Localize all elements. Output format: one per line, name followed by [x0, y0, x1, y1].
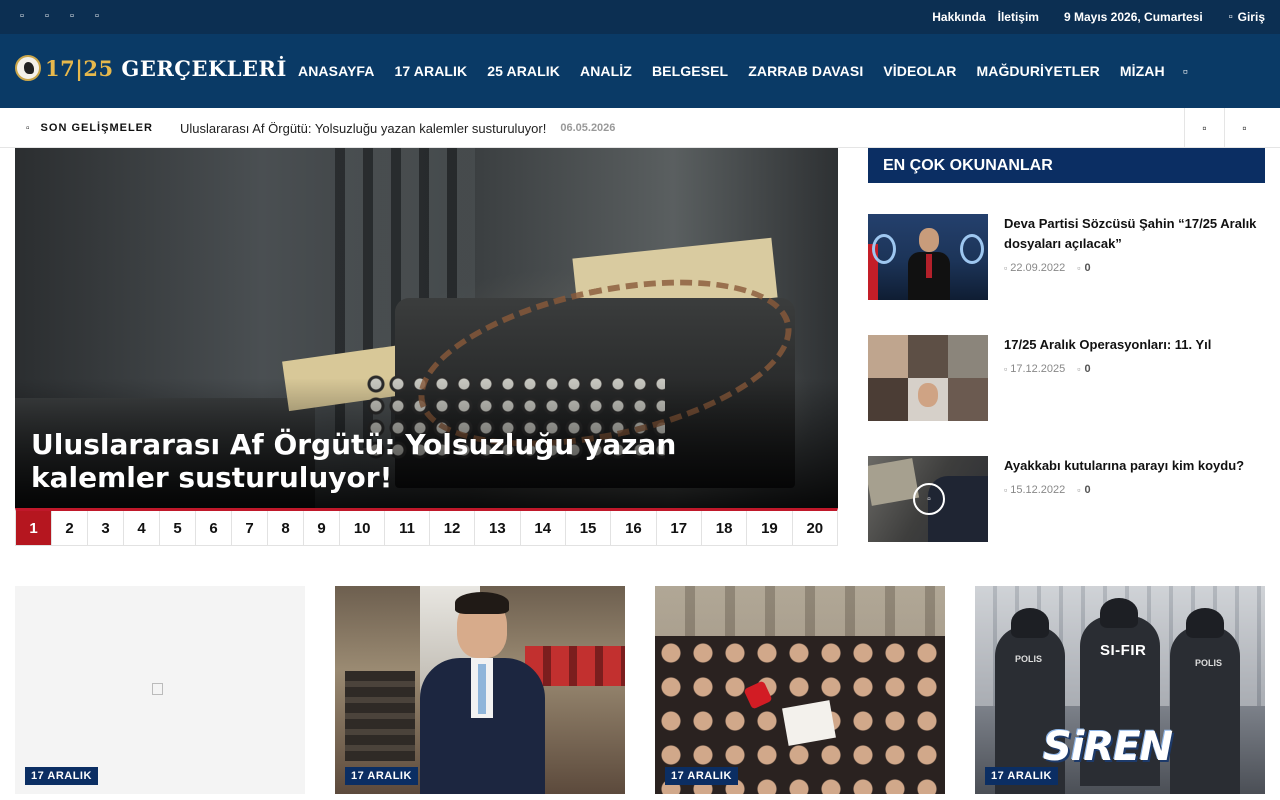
most-read-title-link[interactable]: Deva Partisi Sözcüsü Şahin “17/25 Aralık… [1004, 214, 1266, 254]
main-nav: ANASAYFA 17 ARALIK 25 ARALIK ANALİZ BELG… [288, 34, 1188, 108]
logo-text: 17|25 GERÇEKLERİ [45, 55, 287, 81]
nav-item-magduriyetler[interactable]: MAĞDURİYETLER [976, 63, 1099, 79]
category-tag[interactable]: 17 ARALIK [665, 767, 738, 785]
news-card[interactable]: 17 ARALIK [655, 586, 945, 794]
page-button-12[interactable]: 12 [430, 511, 476, 545]
comment-icon: ▫ [1077, 263, 1081, 273]
calendar-icon: ▫ [1004, 485, 1008, 495]
image-text-polis: POLIS [1015, 654, 1043, 664]
most-read-meta: ▫ 22.09.2022 ▫ 0 [1004, 262, 1091, 274]
facebook-icon[interactable]: ▫ [16, 9, 28, 23]
nav-item-zarrab-davasi[interactable]: ZARRAB DAVASI [748, 63, 863, 79]
page-button-2[interactable]: 2 [52, 511, 88, 545]
page-button-20[interactable]: 20 [793, 511, 837, 545]
main-header: 17|25 GERÇEKLERİ ANASAYFA 17 ARALIK 25 A… [0, 34, 1280, 108]
nav-item-belgesel[interactable]: BELGESEL [652, 63, 728, 79]
page-button-8[interactable]: 8 [268, 511, 304, 545]
site-logo[interactable]: 17|25 GERÇEKLERİ [15, 55, 287, 81]
page-button-15[interactable]: 15 [566, 511, 612, 545]
category-tag[interactable]: 17 ARALIK [345, 767, 418, 785]
comment-icon: ▫ [1077, 485, 1081, 495]
page-button-7[interactable]: 7 [232, 511, 268, 545]
most-read-title-link[interactable]: 17/25 Aralık Operasyonları: 11. Yıl [1004, 335, 1266, 355]
deva-logo-icon [872, 234, 896, 264]
about-link[interactable]: Hakkında [932, 10, 985, 24]
image-placeholder-icon [152, 683, 163, 695]
comment-count: 0 [1084, 262, 1091, 274]
page-button-14[interactable]: 14 [521, 511, 566, 545]
page-button-4[interactable]: 4 [124, 511, 160, 545]
chevron-right-icon[interactable]: ▫ [1224, 108, 1264, 148]
image-text-sifir: SI-FIR [1100, 642, 1147, 659]
calendar-icon: ▫ [1004, 263, 1008, 273]
news-card[interactable]: 17 ARALIK [15, 586, 305, 794]
news-card[interactable]: 17 ARALIK [335, 586, 625, 794]
page-button-3[interactable]: 3 [88, 511, 124, 545]
nav-item-anasayfa[interactable]: ANASAYFA [298, 63, 375, 79]
most-read-meta: ▫ 17.12.2025 ▫ 0 [1004, 363, 1091, 375]
ticker-headline[interactable]: Uluslararası Af Örgütü: Yolsuzluğu yazan… [180, 108, 615, 148]
user-icon: ▫ [1228, 11, 1233, 23]
slide-caption[interactable]: Uluslararası Af Örgütü: Yolsuzluğu yazan… [31, 428, 821, 494]
page-button-6[interactable]: 6 [196, 511, 232, 545]
comment-count: 0 [1084, 484, 1091, 496]
nav-item-analiz[interactable]: ANALİZ [580, 63, 632, 79]
news-card[interactable]: POLIS POLIS SI-FIR SiREN 17 ARALIK [975, 586, 1265, 794]
ticker-label: ▫ SON GELİŞMELER [26, 122, 153, 134]
page-button-1[interactable]: 1 [16, 511, 52, 545]
most-read-date: 15.12.2022 [1010, 484, 1066, 496]
slider-pagination: 1 2 3 4 5 6 7 8 9 10 11 12 13 14 15 16 1… [15, 508, 838, 546]
category-tag[interactable]: 17 ARALIK [25, 767, 98, 785]
page-button-5[interactable]: 5 [160, 511, 196, 545]
contact-link[interactable]: İletişim [998, 10, 1039, 24]
most-read-meta: ▫ 15.12.2022 ▫ 0 [1004, 484, 1091, 496]
play-icon[interactable]: ▫ [913, 483, 945, 515]
search-icon[interactable]: ▫ [1183, 63, 1188, 79]
breaking-news-ticker: ▫ SON GELİŞMELER Uluslararası Af Örgütü:… [0, 108, 1280, 148]
instagram-icon[interactable]: ▫ [66, 9, 78, 23]
most-read-thumbnail[interactable]: ▫ [868, 456, 988, 542]
ticker-arrows: ▫ ▫ [1184, 108, 1264, 148]
current-date: 9 Mayıs 2026, Cumartesi [1063, 10, 1203, 24]
category-tag[interactable]: 17 ARALIK [985, 767, 1058, 785]
most-read-title-link[interactable]: Ayakkabı kutularına parayı kim koydu? [1004, 456, 1266, 476]
youtube-icon[interactable]: ▫ [91, 9, 103, 23]
logo-emblem-icon [15, 55, 41, 81]
twitter-icon[interactable]: ▫ [41, 9, 53, 23]
social-links: ▫ ▫ ▫ ▫ [16, 9, 103, 23]
chevron-left-icon[interactable]: ▫ [1184, 108, 1224, 148]
top-bar-right: Hakkında İletişim 9 Mayıs 2026, Cumartes… [932, 0, 1265, 34]
login-link[interactable]: Giriş [1238, 10, 1265, 24]
nav-item-25-aralik[interactable]: 25 ARALIK [487, 63, 560, 79]
most-read-date: 22.09.2022 [1010, 262, 1066, 274]
most-read-thumbnail[interactable] [868, 335, 988, 421]
bolt-icon: ▫ [26, 122, 31, 134]
nav-item-videolar[interactable]: VİDEOLAR [883, 63, 956, 79]
most-read-item[interactable]: ▫ Ayakkabı kutularına parayı kim koydu? … [868, 456, 1265, 542]
page-button-13[interactable]: 13 [475, 511, 521, 545]
comment-icon: ▫ [1077, 364, 1081, 374]
comment-count: 0 [1084, 363, 1091, 375]
ticker-date: 06.05.2026 [560, 122, 616, 134]
most-read-title: EN ÇOK OKUNANLAR [868, 148, 1265, 183]
nav-item-mizah[interactable]: MİZAH [1120, 63, 1165, 79]
page-button-18[interactable]: 18 [702, 511, 748, 545]
page-button-16[interactable]: 16 [611, 511, 657, 545]
most-read-date: 17.12.2025 [1010, 363, 1066, 375]
image-text-siren: SiREN [1043, 724, 1173, 770]
most-read-item[interactable]: 17/25 Aralık Operasyonları: 11. Yıl ▫ 17… [868, 335, 1265, 421]
deva-logo-icon [960, 234, 984, 264]
most-read-item[interactable]: Deva Partisi Sözcüsü Şahin “17/25 Aralık… [868, 214, 1265, 300]
page-button-11[interactable]: 11 [385, 511, 430, 545]
page-button-19[interactable]: 19 [747, 511, 793, 545]
most-read-thumbnail[interactable] [868, 214, 988, 300]
page-button-10[interactable]: 10 [340, 511, 386, 545]
page-button-17[interactable]: 17 [657, 511, 702, 545]
featured-slider[interactable]: Uluslararası Af Örgütü: Yolsuzluğu yazan… [15, 148, 838, 508]
image-text-polis: POLIS [1195, 658, 1223, 668]
calendar-icon: ▫ [1004, 364, 1008, 374]
top-bar: ▫ ▫ ▫ ▫ Hakkında İletişim 9 Mayıs 2026, … [0, 0, 1280, 34]
page-button-9[interactable]: 9 [304, 511, 340, 545]
nav-item-17-aralik[interactable]: 17 ARALIK [395, 63, 468, 79]
